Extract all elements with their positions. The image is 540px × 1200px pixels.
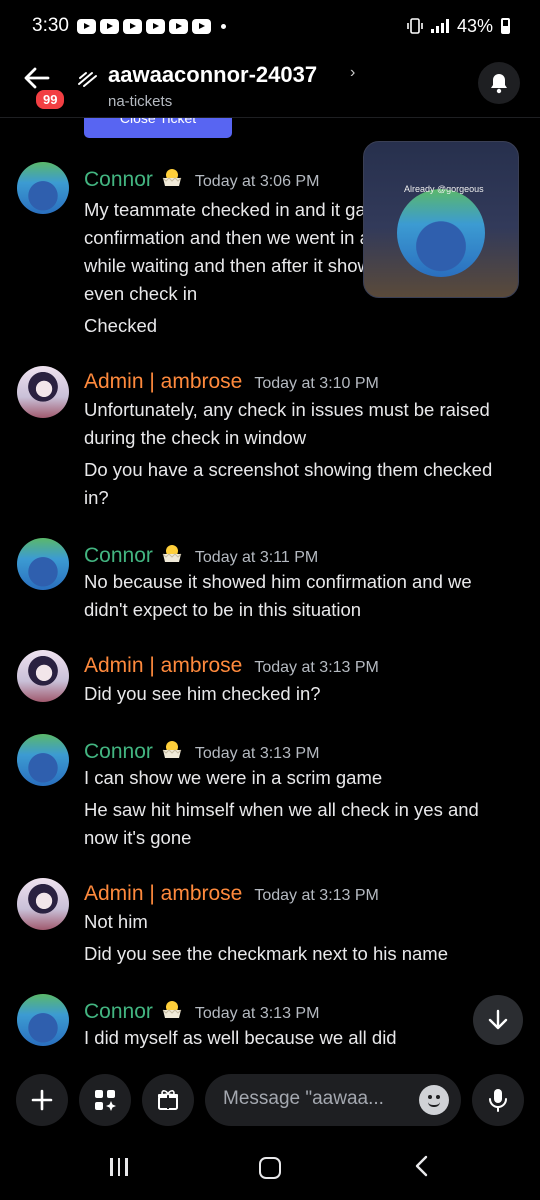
message-text: I did myself as well because we all did [84, 1027, 397, 1048]
avatar[interactable] [17, 734, 69, 786]
avatar[interactable] [17, 878, 69, 930]
message-text: Do you have a screenshot showing them ch… [84, 459, 493, 480]
message-placeholder: Message "aawaa... [223, 1088, 384, 1109]
message-text: My teammate checked in and it gave [84, 199, 386, 220]
voice-message-button[interactable] [472, 1074, 524, 1126]
message-text: even check in [84, 283, 198, 304]
avatar[interactable] [17, 162, 69, 214]
youtube-icon [122, 18, 142, 34]
avatar[interactable] [17, 994, 69, 1046]
timestamp: Today at 3:13 PM [194, 745, 320, 762]
channel-subtitle: na-tickets [108, 93, 173, 110]
hatching-chick-icon [162, 1001, 182, 1018]
apps-icon [95, 1090, 116, 1111]
participant-avatar [397, 189, 485, 277]
username[interactable]: Admin | ambrose [84, 370, 242, 394]
vibrate-icon [407, 18, 423, 34]
participant-label: Already @gorgeous [404, 184, 484, 194]
youtube-icon [168, 18, 188, 34]
message-text: Unfortunately, any check in issues must … [84, 399, 490, 420]
avatar[interactable] [17, 538, 69, 590]
bell-icon [491, 74, 507, 94]
close-ticket-button[interactable]: Close Ticket [84, 118, 232, 138]
timestamp: Today at 3:13 PM [254, 887, 379, 904]
chevron-right-icon: › [350, 64, 356, 81]
channel-title[interactable]: aawaaconnor-24037 [108, 62, 317, 88]
more-notifications-dot [220, 23, 226, 29]
mic-icon [489, 1089, 507, 1112]
message-text: Did you see the checkmark next to his na… [84, 943, 449, 964]
message-text: while waiting and then after it showed [84, 255, 392, 276]
system-nav-bar [0, 1140, 540, 1200]
hatching-chick-icon [162, 169, 182, 186]
username[interactable]: Admin | ambrose [84, 654, 242, 678]
timestamp: Today at 3:11 PM [194, 549, 319, 566]
message-text: I can show we were in a scrim game [84, 767, 383, 788]
channel-header: 99 aawaaconnor-24037 › na-tickets [0, 52, 540, 118]
youtube-icon [145, 18, 165, 34]
message-text: during the check in window [84, 427, 307, 448]
message-text: in? [84, 487, 109, 508]
recent-apps-button[interactable] [110, 1158, 128, 1176]
youtube-icon [99, 18, 119, 34]
plus-icon [31, 1089, 53, 1111]
youtube-icon [76, 18, 96, 34]
timestamp: Today at 3:13 PM [194, 1005, 320, 1022]
hatching-chick-icon [162, 545, 182, 562]
arrow-down-icon [488, 1009, 508, 1030]
status-time: 3:30 [32, 15, 69, 36]
message-composer: Message "aawaa... [0, 1062, 540, 1140]
close-ticket-label: Close Ticket [119, 118, 197, 126]
arrow-left-icon [24, 67, 50, 89]
message-text: Checked [84, 315, 158, 336]
username[interactable]: Connor [84, 544, 153, 568]
system-back-button[interactable] [414, 1154, 428, 1185]
gift-button[interactable] [142, 1074, 194, 1126]
message-text: No because it showed him confirmation an… [84, 571, 472, 592]
hatching-chick-icon [162, 741, 182, 758]
message-text: Not him [84, 911, 148, 932]
timestamp: Today at 3:13 PM [254, 659, 379, 676]
message-text: now it's gone [84, 827, 192, 848]
username[interactable]: Connor [84, 740, 153, 764]
gift-icon [158, 1090, 178, 1110]
username[interactable]: Connor [84, 168, 153, 192]
username[interactable]: Admin | ambrose [84, 882, 242, 906]
battery-icon [501, 18, 510, 34]
timestamp: Today at 3:10 PM [254, 375, 379, 392]
home-button[interactable] [259, 1157, 281, 1179]
notifications-button[interactable] [478, 62, 520, 104]
message-text: He saw hit himself when we all check in … [84, 799, 479, 820]
avatar[interactable] [17, 650, 69, 702]
avatar[interactable] [17, 366, 69, 418]
signal-icon [430, 19, 449, 33]
thread-icon [78, 72, 97, 87]
notification-icons [76, 18, 226, 34]
youtube-icon [191, 18, 211, 34]
battery-percent: 43% [456, 15, 493, 36]
unread-badge: 99 [34, 88, 67, 111]
status-bar: 3:30 43% [0, 0, 540, 52]
jump-to-bottom-button[interactable] [473, 995, 523, 1045]
message-text: Did you see him checked in? [84, 683, 321, 704]
timestamp: Today at 3:06 PM [194, 173, 320, 190]
add-attachment-button[interactable] [16, 1074, 68, 1126]
emoji-icon[interactable] [419, 1085, 449, 1115]
message-input[interactable]: Message "aawaa... [205, 1074, 461, 1126]
apps-button[interactable] [79, 1074, 131, 1126]
message-text: didn't expect to be in this situation [84, 599, 362, 620]
username[interactable]: Connor [84, 1000, 153, 1024]
chevron-left-icon [415, 1155, 428, 1177]
video-overlay[interactable]: Already @gorgeous [363, 141, 519, 298]
